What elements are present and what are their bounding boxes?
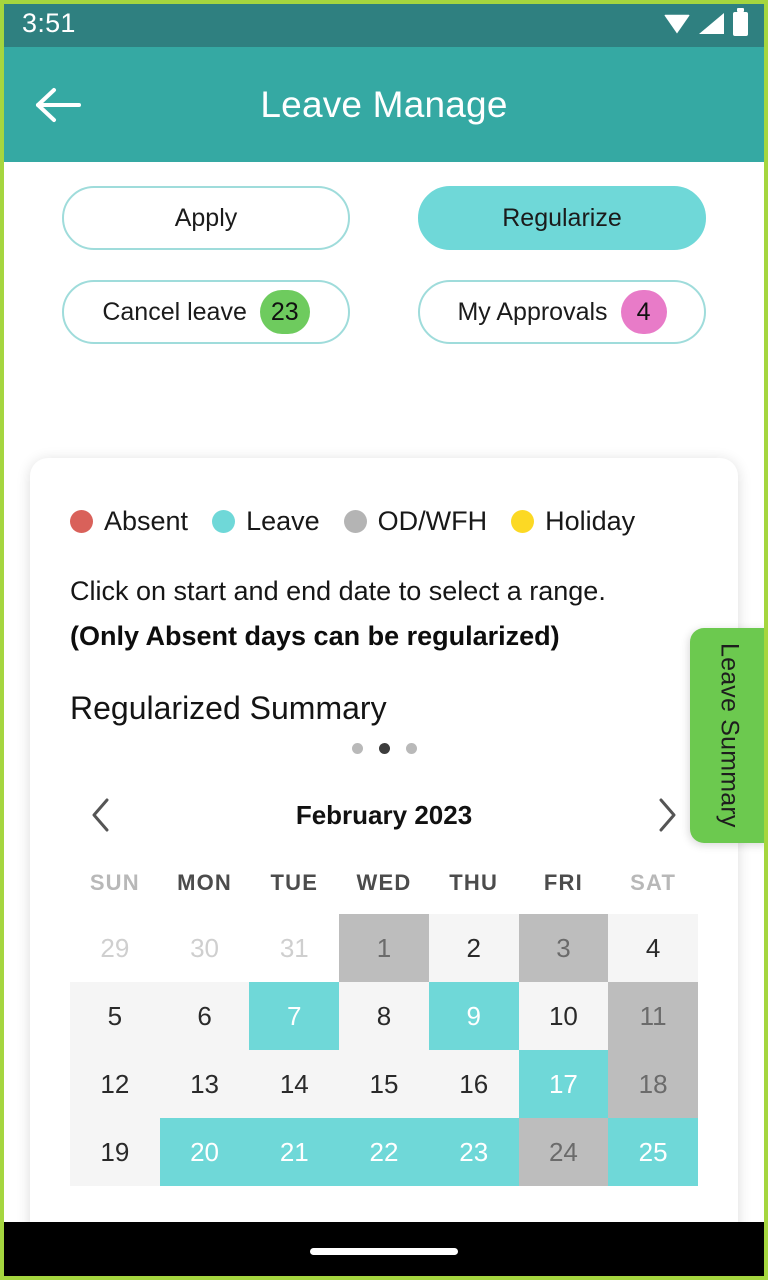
- calendar-day-cell[interactable]: 11: [608, 982, 698, 1051]
- calendar-day-cell[interactable]: 22: [339, 1118, 429, 1187]
- legend: Absent Leave OD/WFH Holiday: [70, 506, 698, 537]
- calendar-day-cell[interactable]: 24: [518, 1118, 609, 1187]
- calendar-grid: SUN MON TUE WED THU FRI SAT 29 30 31 1 2 3 4 5 6…: [70, 870, 698, 1187]
- legend-label-leave: Leave: [246, 506, 320, 536]
- legend-dot-leave: [212, 510, 236, 533]
- calendar-day-cell[interactable]: 8: [339, 982, 429, 1051]
- selection-hint: Click on start and end date to select a …: [70, 574, 698, 654]
- current-month-label: February 2023: [295, 799, 473, 830]
- day-header-tue: TUE: [270, 870, 319, 896]
- legend-label-holiday: Holiday: [545, 506, 636, 536]
- calendar-day-cell[interactable]: 17: [518, 1050, 609, 1119]
- calendar-day-cell[interactable]: 12: [70, 1050, 160, 1119]
- calendar-day-cell[interactable]: 21: [249, 1118, 340, 1187]
- legend-dot-absent: [70, 510, 93, 533]
- legend-dot-odwfh: [343, 510, 367, 533]
- cancel-leave-button[interactable]: Cancel leave 23: [62, 280, 350, 344]
- day-header-wed: WED: [356, 870, 412, 896]
- day-header-sat: SAT: [630, 870, 677, 896]
- action-button-group: Apply Regularize Cancel leave 23 My Appr…: [0, 162, 768, 344]
- carousel-dot-3[interactable]: [405, 743, 417, 755]
- regularize-button-label: Regularize: [502, 203, 622, 232]
- apply-button[interactable]: Apply: [62, 186, 350, 250]
- leave-summary-tab[interactable]: Leave Summary: [690, 628, 768, 843]
- back-arrow-icon: [36, 87, 81, 122]
- cancel-leave-badge: 23: [259, 290, 310, 334]
- day-header-mon: MON: [177, 870, 233, 896]
- regularized-summary-title: Regularized Summary: [70, 690, 387, 727]
- my-approvals-button-label: My Approvals: [457, 297, 608, 326]
- chevron-right-icon: [659, 798, 676, 832]
- calendar-day-cell[interactable]: 13: [159, 1050, 250, 1119]
- calendar-weeks: 29 30 31 1 2 3 4 5 6 7 8 9 10 11 12 13 14 15 16 17 18 19 20 21 2…: [70, 914, 698, 1187]
- app-bar: Leave Manage: [0, 47, 768, 162]
- app-screen: 3:51 Leave Manage Apply Regularize Cance…: [0, 0, 768, 1280]
- selection-hint-line2: (Only Absent days can be regularized): [70, 621, 560, 652]
- calendar-day-cell[interactable]: 9: [428, 982, 519, 1051]
- calendar-day-cell[interactable]: 7: [249, 982, 340, 1051]
- selection-hint-line1: Click on start and end date to select a …: [70, 576, 606, 606]
- status-time: 3:51: [22, 8, 76, 38]
- calendar-day-cell[interactable]: 20: [159, 1118, 250, 1187]
- apply-button-label: Apply: [174, 203, 238, 232]
- signal-icon: [699, 13, 724, 34]
- calendar-day-cell[interactable]: 3: [518, 914, 609, 983]
- carousel-dot-2[interactable]: [378, 743, 390, 755]
- legend-label-absent: Absent: [104, 506, 189, 536]
- carousel-pager: [70, 743, 698, 755]
- leave-summary-tab-label: Leave Summary: [715, 643, 744, 828]
- calendar-day-cell[interactable]: 1: [339, 914, 429, 983]
- calendar-day-cell[interactable]: 30: [159, 914, 250, 983]
- regularize-button[interactable]: Regularize: [418, 186, 706, 250]
- status-icon-group: [664, 7, 748, 36]
- legend-item-absent: Absent: [70, 506, 188, 537]
- calendar-day-cell[interactable]: 15: [339, 1050, 429, 1119]
- calendar-day-cell[interactable]: 10: [518, 982, 609, 1051]
- wifi-icon: [664, 14, 690, 34]
- my-approvals-badge: 4: [620, 290, 667, 334]
- month-navigation: February 2023: [70, 794, 698, 836]
- page-title: Leave Manage: [260, 83, 508, 125]
- calendar-day-cell[interactable]: 29: [70, 914, 160, 983]
- calendar-day-headers: SUN MON TUE WED THU FRI SAT: [70, 870, 698, 914]
- cancel-leave-button-label: Cancel leave: [102, 297, 247, 326]
- calendar-week-row: 5 6 7 8 9 10 11: [70, 982, 698, 1051]
- battery-icon: [733, 7, 748, 36]
- calendar-day-cell[interactable]: 19: [70, 1118, 160, 1187]
- legend-dot-holiday: [511, 510, 535, 533]
- action-row-primary: Apply Regularize: [62, 186, 706, 250]
- calendar-day-cell[interactable]: 16: [428, 1050, 519, 1119]
- status-bar: 3:51: [0, 0, 768, 47]
- legend-item-odwfh: OD/WFH: [343, 506, 488, 537]
- calendar-day-cell[interactable]: 14: [249, 1050, 340, 1119]
- back-button[interactable]: [30, 77, 86, 133]
- calendar-day-cell[interactable]: 6: [159, 982, 250, 1051]
- calendar-day-cell[interactable]: 5: [70, 982, 160, 1051]
- calendar-day-cell[interactable]: 23: [428, 1118, 519, 1187]
- home-indicator[interactable]: [310, 1247, 458, 1255]
- day-header-fri: FRI: [543, 870, 583, 896]
- system-nav-bar: [0, 1222, 768, 1280]
- prev-month-button[interactable]: [80, 794, 122, 836]
- next-month-button[interactable]: [646, 794, 688, 836]
- calendar-day-cell[interactable]: 18: [608, 1050, 698, 1119]
- calendar-day-cell[interactable]: 4: [608, 914, 698, 983]
- chevron-left-icon: [92, 798, 109, 832]
- legend-item-leave: Leave: [212, 506, 320, 537]
- calendar-week-row: 12 13 14 15 16 17 18: [70, 1050, 698, 1119]
- my-approvals-button[interactable]: My Approvals 4: [418, 280, 706, 344]
- legend-label-odwfh: OD/WFH: [377, 506, 488, 536]
- day-header-sun: SUN: [89, 870, 140, 896]
- calendar-day-cell[interactable]: 31: [249, 914, 340, 983]
- calendar-week-row: 29 30 31 1 2 3 4: [70, 914, 698, 983]
- day-header-thu: THU: [449, 870, 499, 896]
- action-row-secondary: Cancel leave 23 My Approvals 4: [62, 280, 706, 344]
- carousel-dot-1[interactable]: [351, 743, 363, 755]
- calendar-card: Absent Leave OD/WFH Holiday Click on sta…: [30, 458, 738, 1280]
- legend-item-holiday: Holiday: [511, 506, 635, 537]
- calendar-day-cell[interactable]: 25: [608, 1118, 698, 1187]
- calendar-week-row: 19 20 21 22 23 24 25: [70, 1118, 698, 1187]
- calendar-day-cell[interactable]: 2: [428, 914, 519, 983]
